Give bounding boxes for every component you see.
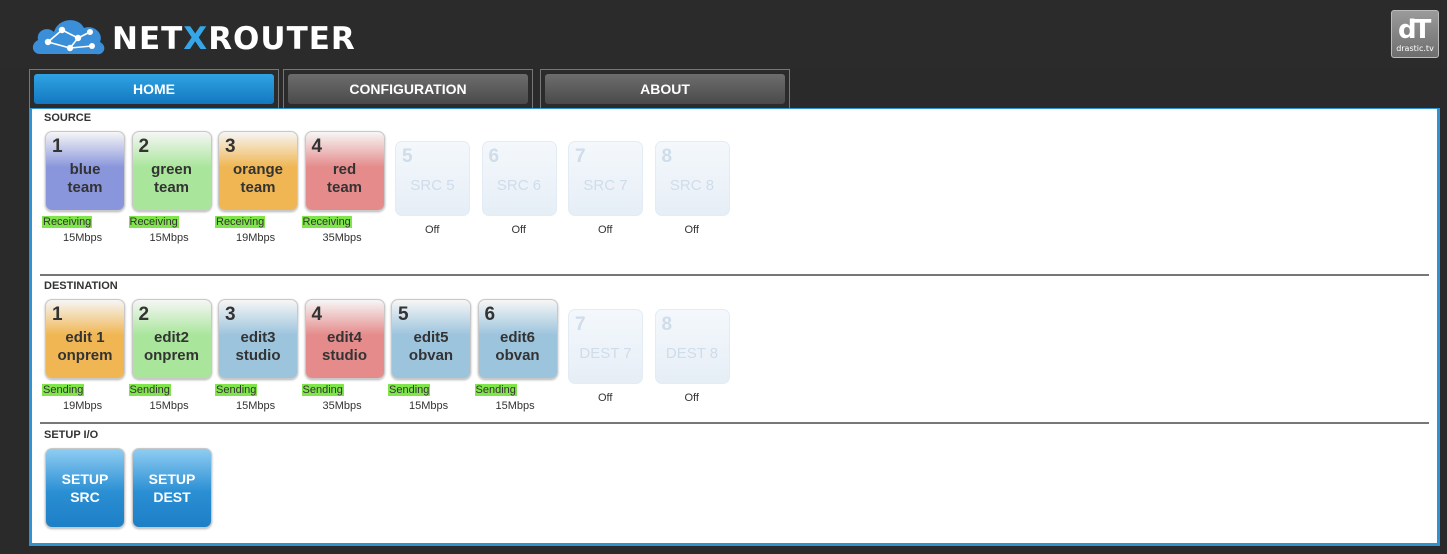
source-tile-1[interactable]: 1 blue team [45,131,125,211]
destination-tile-name: edit5 obvan [408,329,454,364]
tab-configuration-label: CONFIGURATION [288,74,528,104]
source-tile-name: SRC 5 [410,177,455,194]
header-bar: NETXROUTER dT drastic.tv [0,0,1447,68]
tab-configuration[interactable]: CONFIGURATION [283,69,533,109]
source-tile-number: 8 [661,146,673,167]
source-status-off: Off [684,224,699,236]
destination-tile-name: edit6 obvan [495,329,540,364]
cloud-network-icon [32,20,105,55]
source-bitrate: 15Mbps [149,232,189,244]
destination-status-badge: Sending [388,384,431,396]
home-content: SOURCE 1 blue team Receiving 15Mbps 2 green t… [36,109,1433,539]
source-tile-4[interactable]: 4 red team [304,131,385,211]
source-bitrate: 35Mbps [322,232,362,244]
source-status-off: Off [425,224,440,236]
destination-tile-name: edit2 onprem [143,329,199,364]
destination-status-badge: Sending [215,384,258,396]
section-divider [40,422,1429,424]
source-tile-7[interactable]: 7 SRC 7 [568,141,643,216]
drastic-logo-caption: drastic.tv [1396,44,1434,53]
destination-bitrate: 15Mbps [495,400,535,412]
destination-bitrate: 19Mbps [63,400,103,412]
destination-status-badge: Sending [128,384,171,396]
destination-tile-2[interactable]: 2 edit2 onprem [131,299,212,379]
tab-home-label: HOME [34,74,274,104]
destination-tile-number: 6 [484,304,496,325]
destination-tile-number: 4 [311,304,323,325]
drastic-logo-glyph: dT [1398,15,1431,45]
source-tile-number: 6 [488,146,500,167]
app-logo: NETXROUTER [30,10,355,60]
destination-tile-name: edit3 studio [235,329,281,364]
destination-bitrate: 15Mbps [236,400,276,412]
source-tile-name: SRC 7 [583,177,628,194]
destination-status-badge: Sending [474,384,517,396]
source-tile-name: orange team [232,161,283,196]
destination-tile-name: edit 1 onprem [57,329,113,364]
source-section-label: SOURCE [44,112,92,124]
source-tile-number: 2 [138,136,150,157]
destination-status-badge: Sending [301,384,344,396]
source-tile-name: SRC 8 [669,177,715,194]
destination-tile-name: edit4 studio [322,329,367,364]
source-status-badge: Receiving [215,216,266,228]
setup-src-button[interactable]: SETUP SRC [45,448,125,528]
source-tile-number: 1 [52,136,63,157]
source-tile-number: 7 [575,146,586,167]
destination-tile-6[interactable]: 6 edit6 obvan [477,299,558,379]
home-panel: SOURCE 1 blue team Receiving 15Mbps 2 green t… [29,108,1440,546]
source-tile-name: red team [326,161,363,196]
destination-tile-4[interactable]: 4 edit4 studio [304,299,385,379]
destination-bitrate: 35Mbps [322,400,362,412]
drastic-logo: dT drastic.tv [1391,10,1439,58]
destination-tile-8[interactable]: 8 DEST 8 [654,309,730,384]
source-status-badge: Receiving [42,216,93,228]
source-tile-number: 4 [311,136,323,157]
destination-bitrate: 15Mbps [149,400,189,412]
destination-tile-number: 5 [398,304,409,325]
source-tile-name: SRC 6 [496,177,542,194]
source-tile-2[interactable]: 2 green team [131,131,212,211]
destination-tile-number: 7 [575,314,586,335]
source-tile-8[interactable]: 8 SRC 8 [654,141,730,216]
source-status-off: Off [598,224,613,236]
tab-about[interactable]: ABOUT [540,69,790,109]
source-status-badge: Receiving [301,216,352,228]
source-tile-name: green team [151,161,192,196]
source-bitrate: 15Mbps [63,232,103,244]
destination-bitrate: 15Mbps [409,400,449,412]
destination-status-off: Off [598,392,613,404]
destination-status-off: Off [684,392,699,404]
source-status-off: Off [511,224,526,236]
destination-section-label: DESTINATION [44,280,118,292]
tab-home[interactable]: HOME [29,69,279,109]
source-tile-name: blue team [67,161,103,196]
destination-tile-number: 2 [138,304,150,325]
setup-dest-button[interactable]: SETUP DEST [132,448,212,528]
destination-tile-number: 3 [225,304,236,325]
setup-section-label: SETUP I/O [44,429,99,441]
source-status-badge: Receiving [128,216,179,228]
app-title: NETXROUTER [112,21,356,57]
destination-tile-name: DEST 8 [665,345,719,362]
source-tile-6[interactable]: 6 SRC 6 [481,141,557,216]
destination-tile-number: 1 [52,304,63,325]
source-bitrate: 19Mbps [236,232,276,244]
source-tile-number: 5 [402,146,413,167]
destination-tile-5[interactable]: 5 edit5 obvan [391,299,471,379]
destination-tile-3[interactable]: 3 edit3 studio [218,299,298,379]
destination-tile-7[interactable]: 7 DEST 7 [568,309,643,384]
tab-about-label: ABOUT [545,74,785,104]
destination-tile-name: DEST 7 [579,345,632,362]
source-tile-5[interactable]: 5 SRC 5 [395,141,470,216]
source-tile-number: 3 [225,136,236,157]
destination-tile-number: 8 [661,314,673,335]
destination-status-badge: Sending [42,384,85,396]
section-divider [40,274,1429,276]
destination-tile-1[interactable]: 1 edit 1 onprem [45,299,125,379]
source-tile-3[interactable]: 3 orange team [218,131,298,211]
